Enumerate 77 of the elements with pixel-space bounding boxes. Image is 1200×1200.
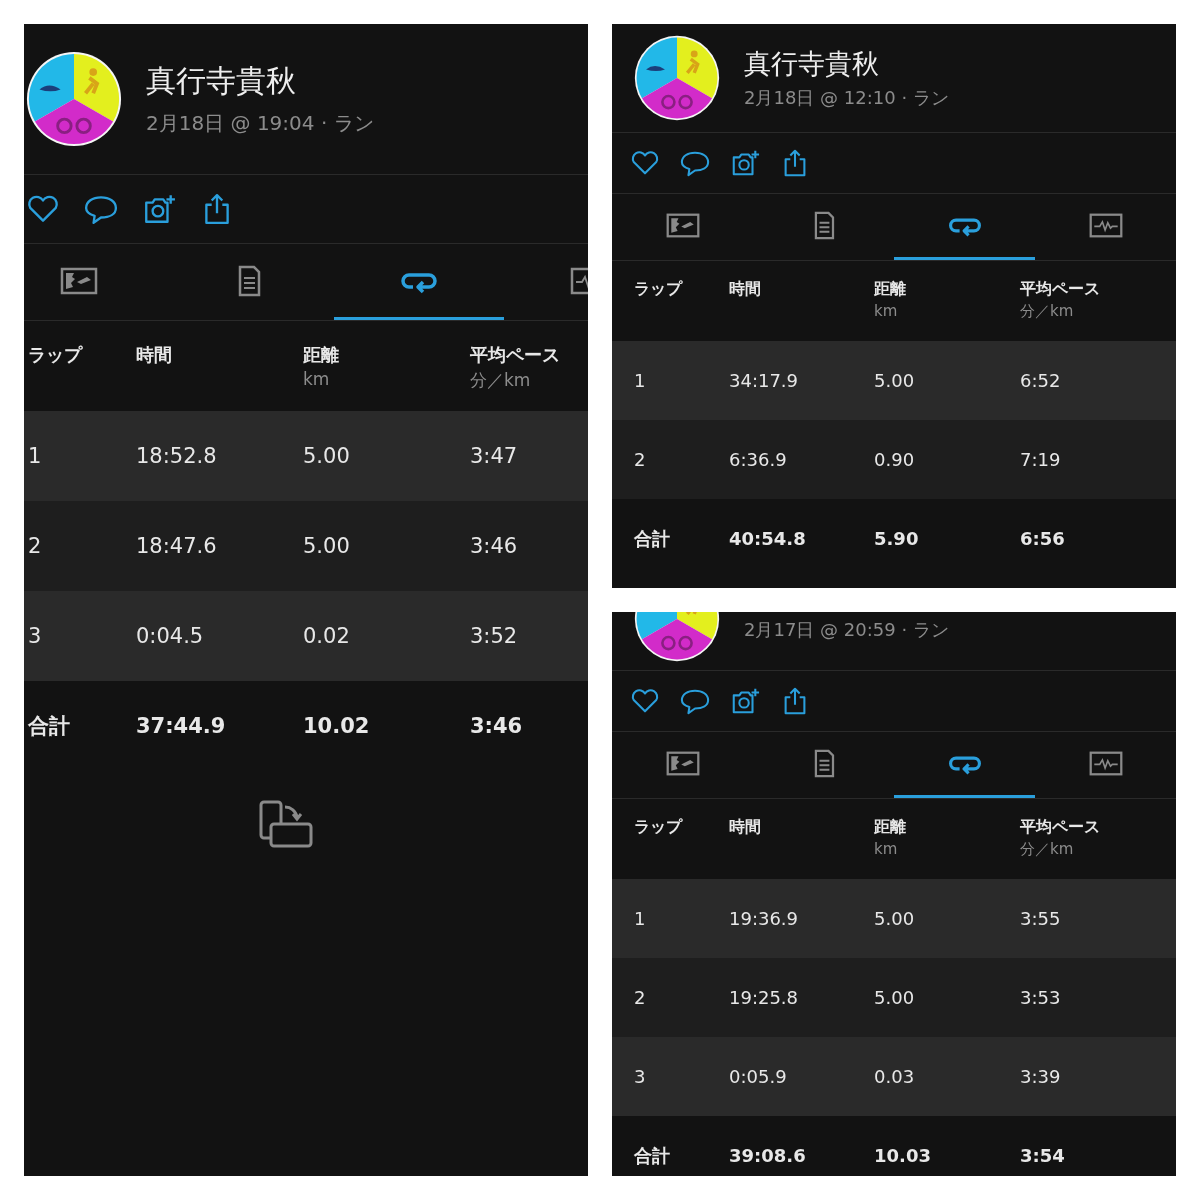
table-cell: 0.90	[874, 449, 915, 470]
table-cell: 合計	[634, 527, 670, 549]
table-cell: 3:52	[470, 624, 518, 648]
table-cell: 34:17.9	[729, 370, 799, 391]
table-cell: 3	[28, 624, 42, 648]
table-cell: 5.00	[874, 370, 915, 391]
table-cell: 合計	[28, 714, 70, 738]
table-cell: 3:55	[1020, 908, 1061, 929]
column-header: ラップ	[28, 343, 84, 367]
table-cell: 3:39	[1020, 1066, 1061, 1087]
table-cell: 10.03	[874, 1145, 931, 1166]
athlete-name: 真行寺貴秋	[146, 62, 297, 100]
table-cell: 3:47	[470, 444, 518, 468]
table-cell: 7:19	[1020, 449, 1061, 470]
table-cell: 0:05.9	[729, 1066, 787, 1087]
column-unit: 分／km	[1020, 302, 1075, 321]
table-cell: 1	[28, 444, 42, 468]
chart-icon	[1087, 211, 1124, 240]
map-icon	[664, 211, 701, 240]
avatar-icon	[26, 51, 122, 147]
rotate-screen-icon[interactable]	[258, 799, 314, 849]
table-cell: 39:08.6	[729, 1145, 806, 1166]
table-cell: 5.90	[874, 528, 919, 549]
add-photo-icon[interactable]	[730, 148, 760, 178]
table-cell: 18:47.6	[136, 534, 217, 558]
table-cell: 6:36.9	[729, 449, 787, 470]
column-unit: km	[303, 369, 331, 389]
map-icon	[664, 749, 701, 778]
table-cell: 10.02	[303, 714, 370, 738]
table-cell: 6:52	[1020, 370, 1061, 391]
column-header: ラップ	[634, 279, 684, 300]
column-header: 時間	[729, 279, 762, 300]
table-cell: 5.00	[303, 534, 350, 558]
table-cell: 3:53	[1020, 987, 1061, 1008]
table-cell: 2	[28, 534, 42, 558]
table-cell: 1	[634, 908, 646, 929]
table-cell: 6:56	[1020, 528, 1065, 549]
table-cell: 3:46	[470, 534, 518, 558]
table-cell: 0:04.5	[136, 624, 204, 648]
table-cell: 19:36.9	[729, 908, 799, 929]
column-header: ラップ	[634, 817, 684, 838]
table-cell: 40:54.8	[729, 528, 806, 549]
table-cell: 5.00	[303, 444, 350, 468]
avatar-icon	[634, 35, 720, 121]
table-cell: 合計	[634, 1144, 670, 1166]
table-cell: 19:25.8	[729, 987, 799, 1008]
table-cell: 3:46	[470, 714, 523, 738]
athlete-name: 真行寺貴秋	[744, 47, 880, 81]
column-header: 距離	[874, 817, 907, 838]
column-unit: km	[874, 840, 899, 858]
column-header: 距離	[874, 279, 907, 300]
table-cell: 2	[634, 987, 646, 1008]
table-cell: 18:52.8	[136, 444, 217, 468]
add-photo-icon[interactable]	[730, 686, 760, 716]
add-photo-icon[interactable]	[142, 192, 176, 226]
table-cell: 0.02	[303, 624, 350, 648]
table-cell: 37:44.9	[136, 714, 226, 738]
table-cell: 5.00	[874, 987, 915, 1008]
chart-icon	[1087, 749, 1124, 778]
table-cell: 3:54	[1020, 1145, 1065, 1166]
column-unit: km	[874, 302, 899, 320]
table-cell: 3	[634, 1066, 646, 1087]
column-unit: 分／km	[1020, 840, 1075, 859]
table-cell: 1	[634, 370, 646, 391]
activity-meta: 2月18日 @ 12:10 · ラン	[744, 86, 949, 110]
column-header: 時間	[729, 817, 762, 838]
table-cell: 5.00	[874, 908, 915, 929]
activity-meta: 2月17日 @ 20:59 · ラン	[744, 618, 949, 642]
column-unit: 分／km	[470, 369, 532, 392]
table-cell: 2	[634, 449, 646, 470]
column-header: 時間	[136, 343, 173, 367]
column-header: 平均ペース	[1020, 279, 1101, 300]
column-header: 平均ペース	[470, 343, 561, 367]
activity-meta: 2月18日 @ 19:04 · ラン	[146, 110, 374, 137]
table-cell: 0.03	[874, 1066, 915, 1087]
column-header: 平均ペース	[1020, 817, 1101, 838]
column-header: 距離	[303, 343, 340, 367]
